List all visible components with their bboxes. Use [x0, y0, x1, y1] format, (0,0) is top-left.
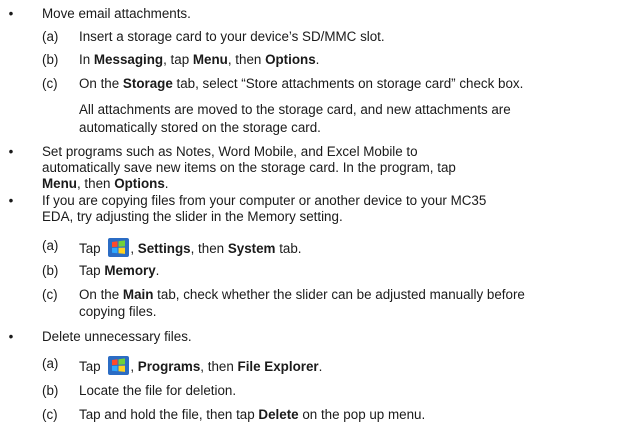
bullet: • [8, 329, 14, 344]
bullet: • [8, 193, 14, 208]
step-label: (c) [42, 287, 58, 302]
body-text: If you are copying files from your compu… [42, 193, 487, 208]
body-text: Menu, then Options. [42, 176, 169, 191]
note-text: automatically stored on the storage card… [79, 120, 321, 135]
step-label: (b) [42, 263, 59, 278]
bullet: • [8, 144, 14, 159]
step-text: On the Storage tab, select “Store attach… [79, 76, 524, 91]
step-text: Tap and hold the file, then tap Delete o… [79, 407, 426, 422]
step-text: Locate the file for deletion. [79, 383, 237, 398]
bullet-item-3: • [0, 193, 14, 209]
step-text: Tap , Settings, then System tab. [79, 238, 302, 257]
bullet: • [8, 6, 14, 21]
note-text: All attachments are moved to the storage… [79, 102, 511, 117]
bullet-item-4: • [0, 329, 14, 345]
windows-start-icon [108, 238, 130, 257]
body-text: EDA, try adjusting the slider in the Mem… [42, 209, 343, 224]
step-label: (b) [42, 383, 59, 398]
step-text: Insert a storage card to your device’s S… [79, 29, 385, 44]
step-label: (c) [42, 76, 58, 91]
bullet-item-2: • [0, 144, 14, 160]
step-label: (a) [42, 356, 59, 371]
step-text: Tap , Programs, then File Explorer. [79, 356, 322, 375]
step-label: (a) [42, 29, 59, 44]
move-attachments-text: Move email attachments. [42, 6, 191, 21]
bullet-item-1: • [0, 6, 14, 22]
body-text: Set programs such as Notes, Word Mobile,… [42, 144, 418, 159]
step-label: (a) [42, 238, 59, 253]
step-label: (b) [42, 52, 59, 67]
step-text: copying files. [79, 304, 157, 319]
body-text: Delete unnecessary files. [42, 329, 192, 344]
step-text: On the Main tab, check whether the slide… [79, 287, 525, 302]
windows-start-icon [108, 356, 130, 375]
step-text: In Messaging, tap Menu, then Options. [79, 52, 320, 67]
step-text: Tap Memory. [79, 263, 160, 278]
step-label: (c) [42, 407, 58, 422]
body-text: automatically save new items on the stor… [42, 160, 456, 175]
